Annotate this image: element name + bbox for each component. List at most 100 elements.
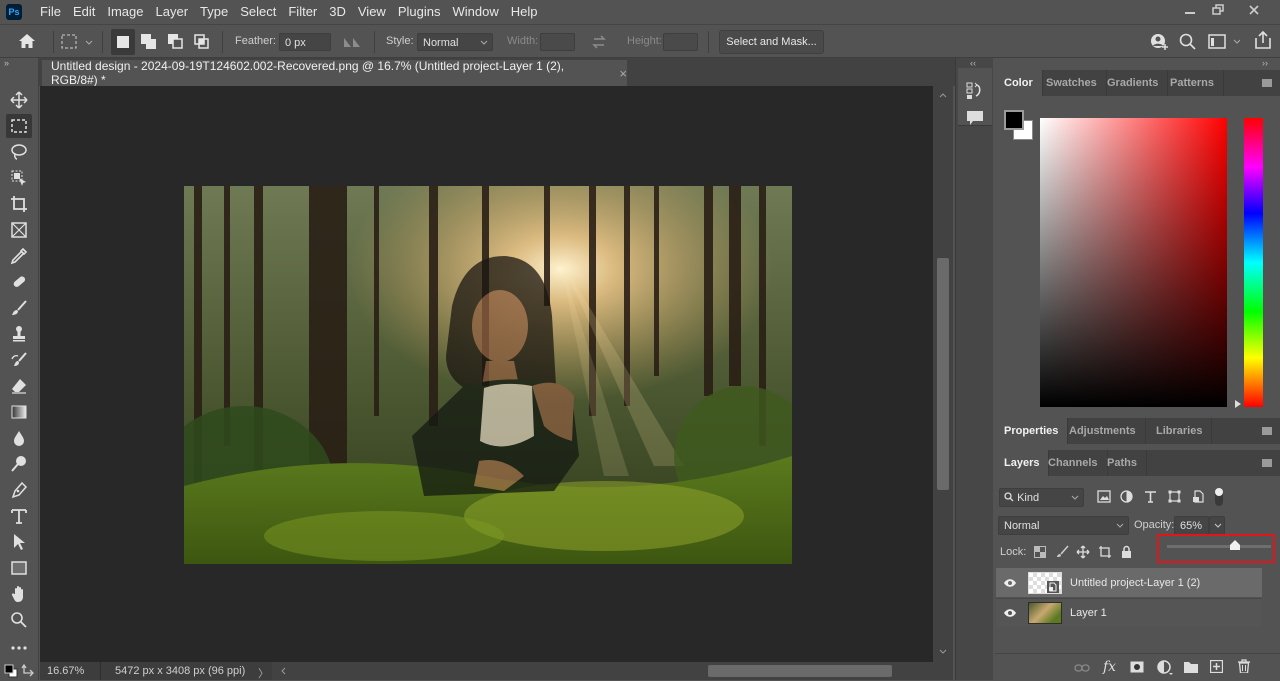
tab-gradients[interactable]: Gradients	[1098, 70, 1169, 96]
document-canvas-image[interactable]	[184, 186, 792, 564]
layer-row[interactable]: Untitled project-Layer 1 (2)	[996, 568, 1262, 597]
filter-adjustment-icon[interactable]	[1120, 490, 1133, 503]
clone-stamp-tool[interactable]	[6, 322, 32, 346]
trash-icon[interactable]	[1238, 659, 1250, 673]
tab-paths[interactable]: Paths	[1098, 450, 1147, 476]
rectangle-tool[interactable]	[6, 556, 32, 580]
close-document-icon[interactable]: ×	[619, 66, 627, 81]
menu-layer[interactable]: Layer	[150, 0, 195, 24]
vertical-scrollbar[interactable]	[933, 86, 953, 662]
restore-button[interactable]	[1202, 0, 1234, 20]
layer-row[interactable]: Layer 1	[996, 598, 1262, 627]
menu-file[interactable]: File	[34, 0, 67, 24]
tab-adjustments[interactable]: Adjustments	[1060, 418, 1146, 444]
opacity-slider-track[interactable]	[1167, 545, 1271, 548]
menu-type[interactable]: Type	[194, 0, 234, 24]
lock-position-icon[interactable]	[1076, 545, 1090, 559]
layer-filter-select[interactable]: Kind	[999, 488, 1084, 507]
marquee-preset-picker[interactable]	[61, 34, 93, 53]
type-tool[interactable]	[6, 504, 32, 528]
scroll-down-icon[interactable]	[939, 649, 947, 655]
opacity-slider-thumb[interactable]	[1229, 540, 1241, 550]
add-to-selection-button[interactable]	[141, 34, 157, 53]
tab-swatches[interactable]: Swatches	[1037, 70, 1107, 96]
menu-image[interactable]: Image	[101, 0, 149, 24]
workspace-button[interactable]	[1208, 34, 1241, 53]
swap-width-height-button[interactable]	[591, 34, 607, 53]
intersect-selection-button[interactable]	[194, 34, 210, 53]
horizontal-scrollbar[interactable]	[272, 662, 953, 680]
anti-alias-toggle[interactable]	[343, 36, 361, 51]
home-button[interactable]	[18, 33, 36, 52]
filter-toggle-switch[interactable]	[1214, 487, 1224, 507]
document-tab[interactable]: Untitled design - 2024-09-19T124602.002-…	[42, 59, 627, 87]
brush-tool[interactable]	[6, 296, 32, 320]
blend-mode-select[interactable]: Normal	[998, 516, 1129, 535]
collapse-toolbar-icon[interactable]: »	[4, 58, 9, 68]
swap-colors-button[interactable]	[21, 663, 35, 681]
more-tools[interactable]	[6, 636, 32, 660]
vertical-scroll-thumb[interactable]	[937, 258, 949, 490]
horizontal-scroll-thumb[interactable]	[708, 665, 892, 677]
hand-tool[interactable]	[6, 582, 32, 606]
foreground-background-swatch[interactable]	[4, 664, 18, 681]
panel-menu-icon[interactable]	[1262, 79, 1272, 87]
collapse-panels-icon[interactable]: ››	[1262, 58, 1268, 68]
frame-tool[interactable]	[6, 218, 32, 242]
eyedropper-tool[interactable]	[6, 244, 32, 268]
filter-smart-object-icon[interactable]	[1192, 490, 1204, 503]
style-select[interactable]: Normal	[417, 33, 493, 51]
pen-tool[interactable]	[6, 478, 32, 502]
lock-artboard-icon[interactable]	[1098, 545, 1112, 559]
panel-menu-icon[interactable]	[1262, 427, 1272, 435]
eraser-tool[interactable]	[6, 374, 32, 398]
hue-slider[interactable]	[1244, 118, 1263, 407]
tab-patterns[interactable]: Patterns	[1161, 70, 1225, 96]
opacity-input[interactable]: 65%	[1174, 516, 1209, 535]
select-and-mask-button[interactable]: Select and Mask...	[719, 30, 824, 54]
menu-filter[interactable]: Filter	[282, 0, 323, 24]
gradient-tool[interactable]	[6, 400, 32, 424]
filter-pixel-icon[interactable]	[1097, 490, 1111, 503]
zoom-tool[interactable]	[6, 608, 32, 632]
subtract-from-selection-button[interactable]	[168, 34, 184, 53]
share-user-button[interactable]	[1150, 33, 1170, 54]
move-tool[interactable]	[6, 88, 32, 112]
menu-view[interactable]: View	[352, 0, 392, 24]
status-info-arrow[interactable]: 〉	[258, 665, 269, 681]
tab-properties[interactable]: Properties	[995, 418, 1069, 444]
scroll-left-icon[interactable]	[280, 667, 286, 675]
scroll-up-icon[interactable]	[939, 92, 947, 98]
tab-color[interactable]: Color	[995, 70, 1043, 96]
mask-icon[interactable]	[1130, 661, 1144, 673]
dodge-tool[interactable]	[6, 452, 32, 476]
lasso-tool[interactable]	[6, 140, 32, 164]
hue-slider-handle[interactable]	[1234, 400, 1242, 408]
filter-type-icon[interactable]	[1144, 490, 1157, 503]
menu-select[interactable]: Select	[234, 0, 282, 24]
crop-tool[interactable]	[6, 192, 32, 216]
filter-shape-icon[interactable]	[1168, 490, 1181, 503]
menu-3d[interactable]: 3D	[323, 0, 352, 24]
history-panel-button[interactable]	[966, 82, 984, 103]
lock-image-pixels-icon[interactable]	[1056, 545, 1069, 558]
search-button[interactable]	[1179, 33, 1197, 54]
menu-plugins[interactable]: Plugins	[392, 0, 447, 24]
foreground-color-swatch[interactable]	[1004, 110, 1024, 130]
close-window-button[interactable]	[1238, 0, 1270, 20]
comments-panel-button[interactable]	[966, 110, 984, 129]
visibility-toggle[interactable]	[996, 608, 1024, 618]
fx-icon[interactable]: fx	[1103, 659, 1116, 675]
panel-menu-icon[interactable]	[1262, 459, 1272, 467]
menu-edit[interactable]: Edit	[67, 0, 101, 24]
link-icon[interactable]	[1074, 663, 1090, 673]
share-button[interactable]	[1254, 30, 1272, 52]
opacity-dropdown-button[interactable]	[1209, 516, 1225, 535]
adjustment-layer-icon[interactable]	[1157, 660, 1173, 676]
new-selection-button[interactable]	[111, 29, 135, 55]
lock-all-icon[interactable]	[1121, 545, 1132, 558]
menu-help[interactable]: Help	[505, 0, 544, 24]
color-picker-field[interactable]	[1040, 118, 1227, 407]
healing-brush-tool[interactable]	[6, 270, 32, 294]
zoom-level[interactable]: 16.67%	[47, 665, 84, 677]
